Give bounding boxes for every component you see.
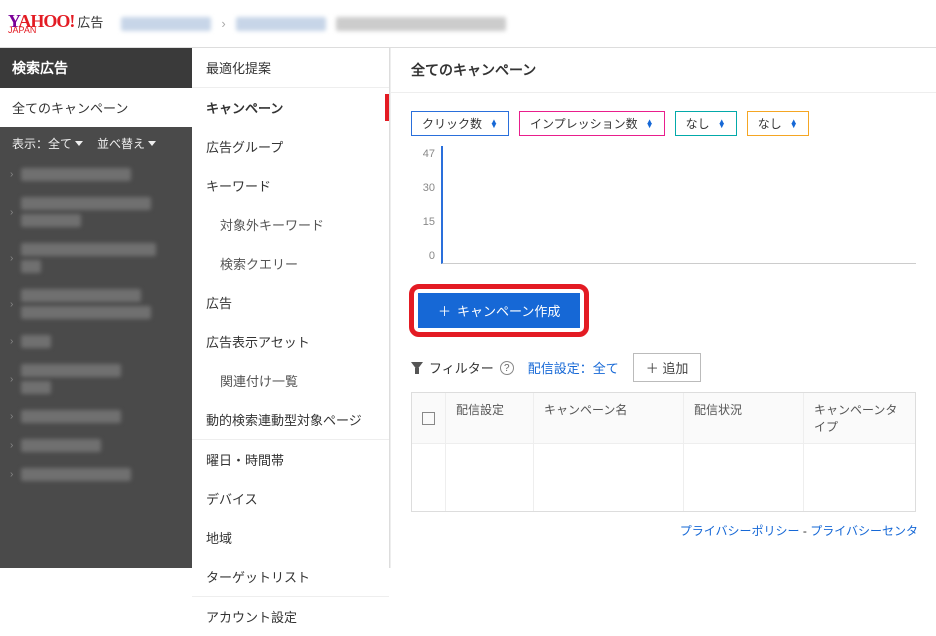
col-campaign-name[interactable]: キャンペーン名 <box>534 393 684 443</box>
create-campaign-button[interactable]: ＋キャンペーン作成 <box>418 293 580 328</box>
help-icon[interactable]: ? <box>500 361 514 375</box>
campaign-list-item[interactable]: › <box>0 356 192 402</box>
logo[interactable]: YAHOO!広告 JAPAN <box>8 12 103 35</box>
nav-item[interactable]: 関連付け一覧 <box>192 361 389 400</box>
sort-icon <box>718 120 726 128</box>
nav-item[interactable]: 広告グループ <box>192 127 389 166</box>
privacy-policy-link[interactable]: プライバシーポリシー <box>680 524 800 538</box>
nav-item[interactable]: キーワード <box>192 166 389 205</box>
nav-item[interactable]: ターゲットリスト <box>192 557 389 596</box>
metric-selector[interactable]: クリック数 <box>411 111 509 136</box>
chevron-down-icon <box>148 141 156 146</box>
campaign-list-item[interactable]: › <box>0 402 192 431</box>
select-all-checkbox[interactable] <box>422 412 435 425</box>
nav-item[interactable]: 動的検索連動型対象ページ <box>192 400 389 439</box>
nav-item[interactable]: 広告表示アセット <box>192 322 389 361</box>
nav-item[interactable]: 曜日・時間帯 <box>192 439 389 479</box>
chevron-down-icon <box>75 141 83 146</box>
campaign-list-item[interactable]: › <box>0 431 192 460</box>
nav-item[interactable]: アカウント設定 <box>192 596 389 636</box>
nav-item[interactable]: 地域 <box>192 518 389 557</box>
nav-item[interactable]: 検索クエリー <box>192 244 389 283</box>
campaign-list-item[interactable]: › <box>0 189 192 235</box>
plus-icon: ＋ <box>438 301 451 320</box>
metric-selector[interactable]: なし <box>747 111 809 136</box>
nav-sidebar: 最適化提案キャンペーン広告グループキーワード対象外キーワード検索クエリー広告広告… <box>192 48 390 568</box>
main-panel: 全てのキャンペーン クリック数インプレッション数なしなし 4730150 ＋キャ… <box>390 48 936 568</box>
sidebar-title: 検索広告 <box>0 48 192 88</box>
campaign-list-item[interactable]: › <box>0 460 192 489</box>
breadcrumb-item[interactable] <box>121 17 211 31</box>
campaign-list-item[interactable]: › <box>0 235 192 281</box>
chart-plot-area <box>441 146 916 264</box>
breadcrumb: › <box>121 16 505 31</box>
sort-icon <box>646 120 654 128</box>
toolbar: フィルター? 配信設定：全て ＋ 追加 <box>391 343 936 392</box>
metric-selector[interactable]: なし <box>675 111 737 136</box>
nav-item[interactable]: 対象外キーワード <box>192 205 389 244</box>
chart: 4730150 <box>411 146 916 264</box>
col-campaign-type[interactable]: キャンペーンタイプ <box>804 393 915 443</box>
nav-item[interactable]: 広告 <box>192 283 389 322</box>
metric-selector[interactable]: インプレッション数 <box>519 111 665 136</box>
footer: プライバシーポリシー - プライバシーセンタ <box>391 512 936 549</box>
nav-item[interactable]: キャンペーン <box>192 87 389 127</box>
col-distribution[interactable]: 配信設定 <box>446 393 534 443</box>
funnel-icon <box>411 362 423 374</box>
filter-button[interactable]: フィルター? <box>411 358 514 377</box>
sidebar-all-campaigns[interactable]: 全てのキャンペーン <box>0 88 192 127</box>
add-button[interactable]: ＋ 追加 <box>633 353 702 382</box>
nav-item[interactable]: 最適化提案 <box>192 48 389 87</box>
table-body <box>412 443 915 511</box>
breadcrumb-item <box>336 17 506 31</box>
logo-ad-label: 広告 <box>77 15 103 30</box>
sort-icon <box>790 120 798 128</box>
breadcrumb-item[interactable] <box>236 17 326 31</box>
metric-selectors: クリック数インプレッション数なしなし <box>391 93 936 142</box>
top-bar: YAHOO!広告 JAPAN › <box>0 0 936 48</box>
highlight-ring: ＋キャンペーン作成 <box>409 284 589 337</box>
campaign-list-item[interactable]: › <box>0 281 192 327</box>
distribution-filter[interactable]: 配信設定：全て <box>528 358 619 377</box>
plus-icon: ＋ <box>646 361 663 376</box>
sort-filter[interactable]: 並べ替え <box>97 135 156 152</box>
privacy-center-link[interactable]: プライバシーセンタ <box>810 524 918 538</box>
col-status[interactable]: 配信状況 <box>684 393 804 443</box>
display-filter[interactable]: 表示：全て <box>12 135 83 152</box>
sort-icon <box>490 120 498 128</box>
left-sidebar: 検索広告 全てのキャンペーン 表示：全て 並べ替え › › › › › › › … <box>0 48 192 568</box>
campaign-table: 配信設定 キャンペーン名 配信状況 キャンペーンタイプ <box>411 392 916 512</box>
chart-y-axis: 4730150 <box>411 146 441 264</box>
nav-item[interactable]: デバイス <box>192 479 389 518</box>
campaign-list-item[interactable]: › <box>0 160 192 189</box>
page-title: 全てのキャンペーン <box>391 48 936 93</box>
table-header-row: 配信設定 キャンペーン名 配信状況 キャンペーンタイプ <box>412 393 915 443</box>
campaign-list-item[interactable]: › <box>0 327 192 356</box>
